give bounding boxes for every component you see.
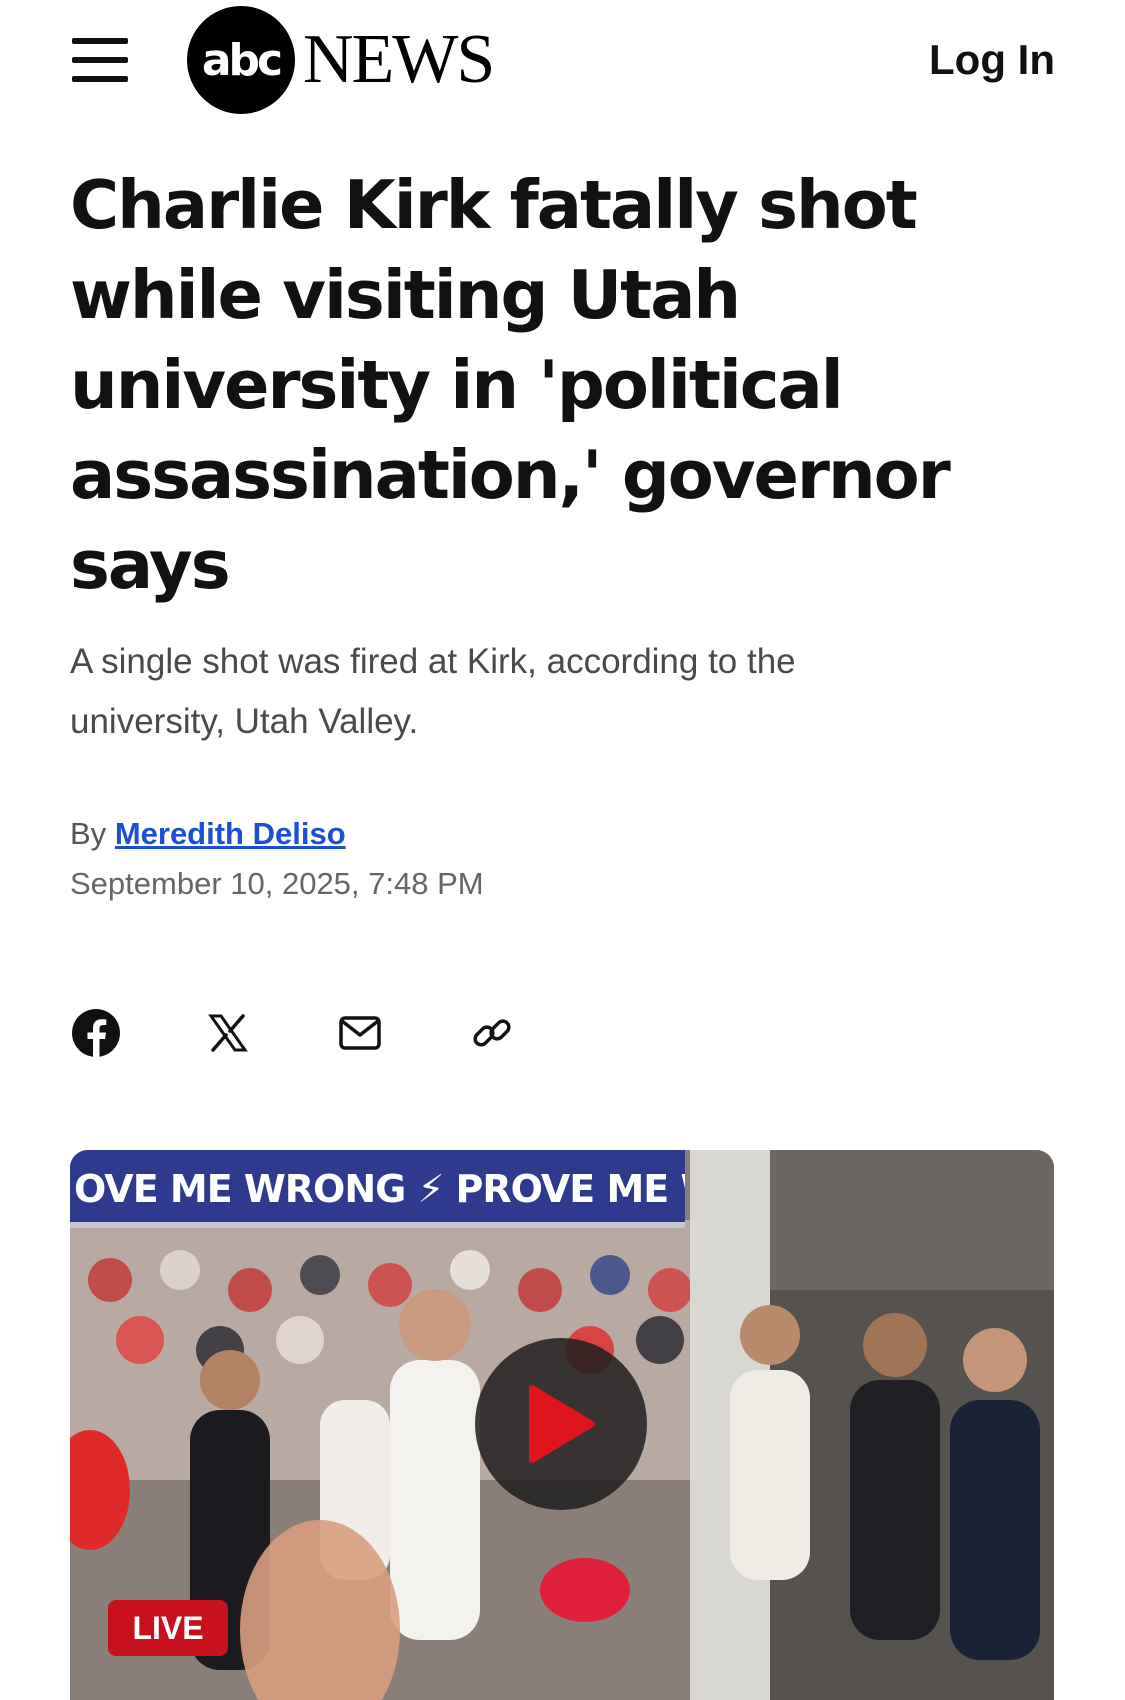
link-icon[interactable]: [466, 1007, 518, 1059]
news-wordmark: NEWS: [303, 21, 495, 98]
login-button[interactable]: Log In: [929, 36, 1055, 84]
author-link[interactable]: Meredith Deliso: [115, 816, 346, 851]
abc-news-logo[interactable]: abc NEWS: [187, 6, 495, 114]
prove-me-wrong-banner: OVE ME WRONG ⚡ PROVE ME WRONG: [70, 1150, 685, 1228]
x-icon[interactable]: [202, 1007, 254, 1059]
live-badge: LIVE: [108, 1600, 228, 1656]
article-dek: A single shot was fired at Kirk, accordi…: [70, 642, 796, 741]
facebook-icon[interactable]: [70, 1007, 122, 1059]
play-icon[interactable]: [475, 1338, 647, 1510]
byline-prefix: By: [70, 816, 107, 851]
email-icon[interactable]: [334, 1007, 386, 1059]
hamburger-menu-icon[interactable]: [66, 36, 132, 84]
share-bar: [70, 1005, 518, 1061]
video-player[interactable]: OVE ME WRONG ⚡ PROVE ME WRONG LIVE: [70, 1150, 1054, 1700]
article-headline: Charlie Kirk fatally shot while visiting…: [70, 166, 951, 604]
article-page: abc NEWS Log In Charlie Kirk fatally sho…: [0, 0, 1125, 1700]
byline: By Meredith Deliso: [70, 816, 346, 852]
abc-logo-circle: abc: [187, 6, 295, 114]
top-header: abc NEWS Log In: [0, 0, 1125, 120]
publish-date: September 10, 2025, 7:48 PM: [70, 866, 484, 901]
